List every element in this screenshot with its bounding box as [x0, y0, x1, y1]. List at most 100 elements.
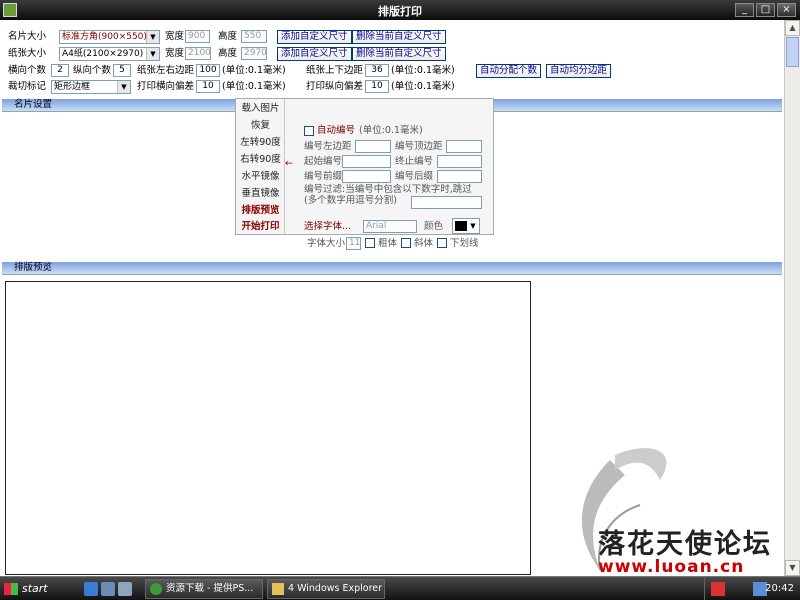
card-size-label: 名片大小	[8, 31, 47, 42]
close-button[interactable]: ×	[777, 3, 796, 17]
add-paper-size-button[interactable]: 添加自定义尺寸	[277, 47, 352, 61]
choose-font-button[interactable]: 选择字体...	[304, 221, 351, 233]
italic-checkbox[interactable]	[401, 238, 411, 248]
number-suffix-field[interactable]	[437, 170, 482, 183]
number-prefix-label: 编号前缀	[304, 171, 343, 182]
window-title: 排版打印	[378, 5, 422, 18]
taskbar: start 资源下载 - 提供PS... 4 Windows Explorer …	[0, 576, 800, 600]
number-filter-hint: (多个数字用逗号分割)	[304, 195, 397, 206]
watermark-url: www.luoan.cn	[598, 557, 745, 577]
start-number-label: 起始编号	[304, 156, 343, 167]
underline-label: 下划线	[450, 238, 479, 249]
taskbar-item-explorer[interactable]: 4 Windows Explorer	[267, 579, 385, 599]
load-image-item[interactable]: 载入图片	[236, 103, 285, 115]
number-filter-field[interactable]	[411, 196, 482, 209]
restore-item[interactable]: 恢复	[236, 120, 285, 132]
card-width-field[interactable]: 900	[185, 30, 210, 43]
tb-margin-field[interactable]: 36	[365, 64, 389, 77]
ime-icon[interactable]	[711, 582, 725, 596]
folder-icon	[272, 583, 284, 595]
media-player-icon[interactable]	[118, 582, 132, 596]
maximize-button[interactable]: □	[756, 3, 775, 17]
chevron-down-icon[interactable]: ▼	[146, 48, 159, 60]
h-count-label: 横向个数	[8, 65, 47, 76]
tb-margin-unit: (单位:0.1毫米)	[391, 65, 455, 76]
taskbar-item-label: 4 Windows Explorer	[288, 583, 383, 594]
card-size-select[interactable]: 标准方角(900×550) ▼	[59, 30, 160, 44]
taskbar-item-label: 资源下载 - 提供PS...	[166, 583, 254, 594]
font-size-label: 字体大小	[307, 238, 346, 249]
font-size-field[interactable]: 11	[346, 237, 361, 250]
paper-height-field[interactable]: 2970	[241, 47, 267, 60]
number-top-margin-field[interactable]	[446, 140, 482, 153]
scroll-thumb[interactable]	[786, 37, 799, 67]
color-label: 颜色	[424, 221, 444, 232]
remove-card-size-button[interactable]: 删除当前自定义尺寸	[352, 30, 446, 44]
v-count-label: 纵向个数	[73, 65, 112, 76]
layout-preview-canvas[interactable]	[5, 281, 531, 575]
arrow-left-icon: ←	[285, 158, 293, 169]
number-suffix-label: 编号后缀	[395, 171, 434, 182]
font-color-picker[interactable]: ▼	[452, 218, 480, 234]
chevron-down-icon[interactable]: ▼	[146, 31, 159, 43]
h-offset-label: 打印横向偏差	[137, 81, 195, 92]
number-prefix-field[interactable]	[342, 170, 391, 183]
remove-paper-size-button[interactable]: 删除当前自定义尺寸	[352, 47, 446, 61]
paper-height-label: 高度	[218, 48, 238, 59]
start-print-item[interactable]: 开始打印	[236, 221, 285, 233]
font-name-field[interactable]: Arial	[363, 220, 417, 233]
end-number-label: 终止编号	[395, 156, 434, 167]
lr-margin-field[interactable]: 100	[196, 64, 220, 77]
paper-size-select[interactable]: A4纸(2100×2970) ▼	[59, 47, 160, 61]
auto-number-checkbox[interactable]	[304, 126, 314, 136]
paper-width-field[interactable]: 2100	[185, 47, 211, 60]
add-card-size-button[interactable]: 添加自定义尺寸	[277, 30, 352, 44]
v-offset-field[interactable]: 10	[365, 80, 389, 93]
h-count-field[interactable]: 2	[51, 64, 69, 77]
clock[interactable]: 20:42	[765, 577, 794, 600]
number-left-margin-label: 编号左边距	[304, 141, 352, 152]
card-width-label: 宽度	[165, 31, 185, 42]
start-button[interactable]: start	[2, 579, 67, 599]
number-left-margin-field[interactable]	[355, 140, 391, 153]
h-offset-unit: (单位:0.1毫米)	[222, 81, 286, 92]
end-number-field[interactable]	[437, 155, 482, 168]
start-number-field[interactable]	[342, 155, 391, 168]
underline-checkbox[interactable]	[437, 238, 447, 248]
italic-label: 斜体	[414, 238, 434, 249]
flip-vertical-item[interactable]: 垂直镜像	[236, 188, 285, 200]
auto-margin-button[interactable]: 自动均分边距	[546, 64, 612, 78]
show-desktop-icon[interactable]	[101, 582, 115, 596]
h-offset-field[interactable]: 10	[196, 80, 220, 93]
v-offset-unit: (单位:0.1毫米)	[391, 81, 455, 92]
card-height-field[interactable]: 550	[241, 30, 267, 43]
tb-margin-label: 纸张上下边距	[306, 65, 364, 76]
chevron-down-icon[interactable]: ▼	[468, 220, 478, 232]
chevron-down-icon[interactable]: ▼	[117, 81, 130, 93]
lr-margin-unit: (单位:0.1毫米)	[222, 65, 286, 76]
layout-preview-header: 排版预览	[2, 262, 782, 275]
taskbar-item-browser[interactable]: 资源下载 - 提供PS...	[145, 579, 263, 599]
v-offset-label: 打印纵向偏差	[306, 81, 364, 92]
image-tools-menu: 载入图片 恢复 左转90度 右转90度 水平镜像 垂直镜像 排版预览 开始打印	[236, 99, 285, 234]
number-top-margin-label: 编号顶边距	[395, 141, 443, 152]
paper-size-label: 纸张大小	[8, 48, 47, 59]
watermark-title: 落花天使论坛	[598, 529, 772, 560]
crop-mark-label: 裁切标记	[8, 81, 47, 92]
bold-label: 粗体	[378, 238, 398, 249]
bold-checkbox[interactable]	[365, 238, 375, 248]
auto-count-button[interactable]: 自动分配个数	[476, 64, 542, 78]
browser-icon	[150, 583, 162, 595]
auto-number-label: 自动编号	[317, 125, 356, 136]
rotate-left-item[interactable]: 左转90度	[236, 137, 285, 149]
crop-mark-select[interactable]: 矩形边框 ▼	[51, 80, 131, 94]
v-count-field[interactable]: 5	[113, 64, 131, 77]
flip-horizontal-item[interactable]: 水平镜像	[236, 171, 285, 183]
scroll-up-arrow-icon[interactable]: ▲	[785, 20, 800, 36]
start-label: start	[22, 582, 48, 595]
ie-icon[interactable]	[84, 582, 98, 596]
layout-preview-item[interactable]: 排版预览	[236, 205, 285, 217]
rotate-right-item[interactable]: 右转90度	[236, 154, 285, 166]
windows-logo-icon	[4, 583, 18, 595]
minimize-button[interactable]: _	[735, 3, 754, 17]
